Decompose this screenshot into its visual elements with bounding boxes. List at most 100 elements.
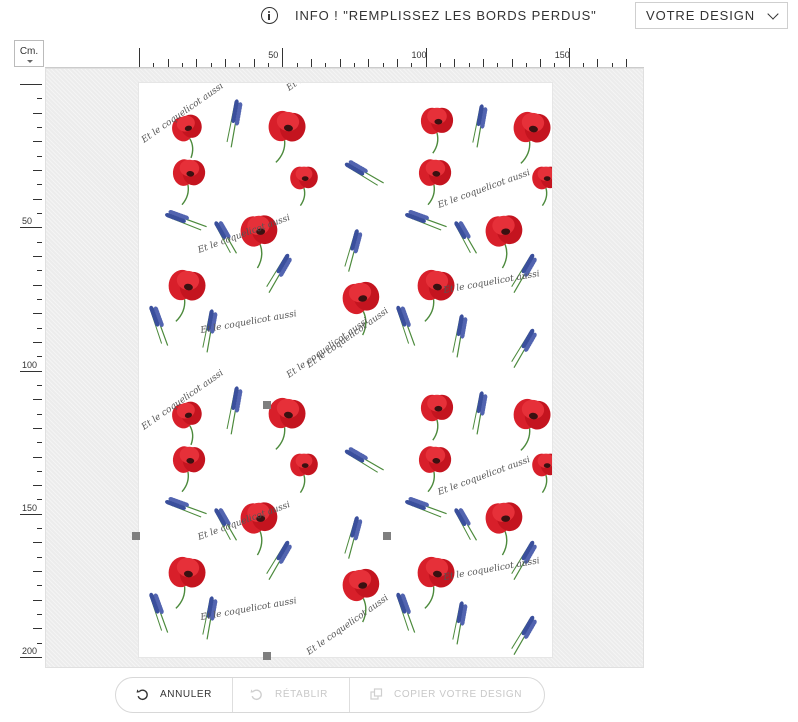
lavender-sprig	[452, 601, 468, 645]
horizontal-ruler: 50 100 150	[45, 46, 644, 68]
lavender-sprig	[396, 305, 416, 346]
poppy-lavender-pattern: Et le coquelicot aussi Et le coquelicot a…	[139, 83, 552, 657]
design-dropdown[interactable]: VOTRE DESIGN	[635, 2, 788, 29]
ruler-tick	[37, 127, 42, 128]
design-canvas[interactable]: Et le coquelicot aussi Et le coquelicot a…	[139, 83, 552, 657]
ruler-tick	[33, 141, 42, 143]
ruler-tick	[37, 470, 42, 472]
lavender-sprig	[405, 209, 447, 231]
pattern-script-text: Et le coquelicot aussi	[196, 213, 292, 256]
design-dropdown-label: VOTRE DESIGN	[646, 8, 756, 23]
poppy-flower	[268, 110, 306, 163]
ruler-tick	[33, 599, 42, 601]
lavender-sprig	[511, 615, 537, 655]
lavender-sprig	[454, 221, 478, 254]
lavender-sprig	[396, 592, 416, 633]
undo-icon	[136, 689, 148, 700]
ruler-tick	[33, 198, 42, 200]
ruler-tick	[37, 384, 42, 386]
ruler-label: 100	[22, 359, 38, 370]
lavender-sprig	[149, 305, 169, 346]
ruler-tick	[20, 513, 42, 515]
ruler-label: 200	[22, 646, 38, 656]
toolbar-divider	[232, 678, 233, 712]
poppy-flower	[513, 398, 551, 451]
lavender-sprig	[511, 328, 537, 368]
ruler-tick	[33, 341, 42, 343]
ruler-tick	[37, 184, 42, 186]
ruler-tick	[20, 227, 42, 229]
lavender-sprig	[344, 229, 363, 272]
ruler-tick	[282, 48, 284, 68]
ruler-tick	[33, 313, 42, 315]
ruler-tick	[37, 98, 42, 100]
ruler-tick	[37, 528, 42, 530]
poppy-flower	[485, 502, 523, 556]
ruler-tick	[37, 241, 42, 243]
pattern-script-text: Et le coquelicot aussi	[442, 269, 541, 296]
ruler-tick	[37, 556, 42, 558]
toolbar-divider	[349, 678, 350, 712]
ruler-tick	[33, 456, 42, 458]
poppy-flower	[513, 111, 551, 164]
resize-handle-bottom[interactable]	[263, 652, 271, 660]
ruler-tick	[37, 499, 42, 501]
resize-handle-top[interactable]	[263, 401, 271, 409]
lavender-sprig	[226, 386, 243, 435]
lavender-sprig	[266, 540, 292, 580]
lavender-sprig	[165, 209, 207, 231]
ruler-tick	[139, 48, 140, 68]
caret-down-icon	[27, 60, 33, 63]
undo-button[interactable]: ANNULER	[134, 678, 230, 712]
ruler-tick	[20, 657, 42, 658]
ruler-tick	[33, 284, 42, 286]
lavender-sprig	[405, 496, 447, 518]
ruler-tick	[37, 327, 42, 329]
lavender-sprig	[344, 447, 384, 473]
ruler-tick	[33, 170, 42, 171]
ruler-tick	[37, 298, 42, 300]
ruler-label: 150	[554, 50, 570, 60]
poppy-flower	[420, 394, 454, 441]
ruler-label: 50	[268, 50, 279, 60]
poppy-flower	[420, 107, 454, 154]
poppy-flower	[290, 166, 318, 207]
ruler-tick	[37, 212, 42, 214]
redo-button[interactable]: RÉTABLIR	[248, 678, 344, 712]
pattern-script-text: Et le coquelicot aussi	[304, 593, 390, 657]
poppy-flower	[168, 556, 206, 609]
poppy-flower	[532, 166, 552, 207]
chevron-down-icon	[767, 8, 779, 20]
undo-label: ANNULER	[160, 689, 212, 700]
poppy-flower	[417, 556, 455, 609]
resize-handle-right[interactable]	[383, 532, 391, 540]
poppy-flower	[485, 215, 523, 269]
poppy-flower	[290, 453, 318, 494]
info-icon[interactable]	[261, 7, 278, 24]
ruler-tick	[20, 84, 42, 85]
ruler-tick	[37, 585, 42, 587]
copy-design-button[interactable]: COPIER VOTRE DESIGN	[368, 678, 538, 712]
copy-design-label: COPIER VOTRE DESIGN	[394, 689, 523, 700]
lavender-sprig	[226, 99, 243, 148]
ruler-tick	[33, 571, 42, 573]
vertical-ruler: 50 100 150 200	[20, 68, 45, 668]
poppy-flower	[172, 446, 206, 493]
top-bar: INFO ! "REMPLISSEZ LES BORDS PERDUS" VOT…	[0, 0, 798, 34]
poppy-flower	[417, 269, 455, 322]
ruler-tick	[20, 370, 42, 372]
poppy-flower	[532, 453, 552, 494]
lavender-sprig	[165, 496, 207, 518]
ruler-tick	[33, 427, 42, 429]
resize-handle-left[interactable]	[132, 532, 140, 540]
copy-icon	[370, 688, 383, 700]
unit-selector[interactable]: Cm.	[14, 40, 44, 67]
lavender-sprig	[452, 314, 468, 358]
ruler-tick	[33, 112, 42, 114]
poppy-flower	[168, 269, 206, 322]
unit-selector-label: Cm.	[19, 46, 39, 57]
ruler-label: 150	[22, 502, 38, 513]
lavender-sprig	[344, 160, 384, 186]
ruler-label: 100	[411, 50, 427, 60]
poppy-flower	[172, 159, 206, 206]
